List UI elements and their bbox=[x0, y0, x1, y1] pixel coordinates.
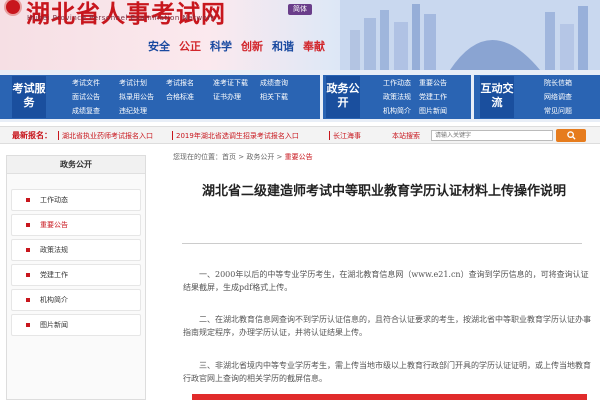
bullet-icon bbox=[26, 273, 30, 277]
sidebar-item-label: 图片新闻 bbox=[40, 321, 68, 329]
nav-link[interactable]: 重要公告 bbox=[419, 78, 455, 89]
breadcrumb-section-link[interactable]: 政务公开 bbox=[246, 153, 274, 161]
sidebar-heading: 政务公开 bbox=[7, 156, 145, 174]
nav-link[interactable]: 拟录用公告 bbox=[119, 92, 166, 103]
slogan-word: 创新 bbox=[241, 40, 263, 53]
ticker-separator bbox=[172, 131, 173, 140]
breadcrumb-current-link[interactable]: 重要公告 bbox=[285, 153, 313, 161]
nav-heading-exam-service: 考试服务 bbox=[12, 76, 46, 118]
nav-links-gov-affairs: 工作动态 重要公告 政策法规 党建工作 机构简介 图片新闻 bbox=[383, 78, 455, 117]
nav-heading-interaction: 互动交流 bbox=[480, 76, 514, 118]
breadcrumb-home-link[interactable]: 首页 bbox=[222, 153, 236, 161]
nav-link[interactable]: 合格标准 bbox=[166, 92, 213, 103]
sidebar-item-label: 机构简介 bbox=[40, 296, 68, 304]
nav-link[interactable]: 工作动态 bbox=[383, 78, 419, 89]
ticker-item[interactable]: 长江海事 bbox=[333, 131, 361, 141]
article-paragraph: 三、非湖北省境内中等专业学历考生，需上传当地市级以上教育行政部门开具的学历认证证… bbox=[183, 361, 591, 383]
nav-link[interactable]: 党建工作 bbox=[419, 92, 455, 103]
emblem-logo bbox=[4, 0, 22, 16]
nav-link[interactable]: 政策法规 bbox=[383, 92, 419, 103]
sidebar-item-photo-news[interactable]: 图片新闻 bbox=[11, 314, 141, 336]
nav-link[interactable]: 网络调查 bbox=[544, 92, 588, 103]
nav-link[interactable]: 成绩查询 bbox=[260, 78, 307, 89]
city-skyline-image bbox=[340, 0, 600, 70]
bullet-icon bbox=[26, 248, 30, 252]
article-paragraph: 二、在湖北教育信息网查询不到学历认证信息的，且符合认证要求的考生，按湖北省中等职… bbox=[183, 315, 591, 337]
highlight-bar bbox=[192, 394, 587, 400]
search-input[interactable] bbox=[431, 130, 553, 141]
search-button[interactable] bbox=[556, 129, 586, 142]
nav-link[interactable]: 证书办理 bbox=[213, 92, 260, 103]
breadcrumb-prefix: 您现在的位置： bbox=[173, 153, 222, 161]
nav-link[interactable]: 考试文件 bbox=[72, 78, 119, 89]
ticker-item[interactable]: 2019年湖北省选调生招录考试报名入口 bbox=[176, 131, 299, 141]
sidebar-item-label: 政策法规 bbox=[40, 246, 68, 254]
latest-registration-ticker: 最新报名： 湖北省执业药师考试报名入口 2019年湖北省选调生招录考试报名入口 … bbox=[0, 126, 600, 144]
breadcrumb-separator: > bbox=[274, 153, 285, 161]
nav-link[interactable]: 成绩复查 bbox=[72, 106, 119, 117]
nav-link[interactable]: 考试报名 bbox=[166, 78, 213, 89]
sidebar-item-work-news[interactable]: 工作动态 bbox=[11, 189, 141, 211]
sidebar: 政务公开 工作动态 重要公告 政策法规 党建工作 机构简介 图片新闻 bbox=[6, 155, 146, 400]
site-subtitle: Hubei Province Personnel Examination Net… bbox=[27, 14, 216, 22]
search-label: 本站搜索 bbox=[392, 132, 420, 140]
bullet-icon bbox=[26, 223, 30, 227]
nav-heading-gov-affairs: 政务公开 bbox=[326, 76, 360, 118]
main-nav: 考试服务 考试文件 考试计划 考试报名 准考证下载 成绩查询 面试公告 拟录用公… bbox=[0, 70, 600, 122]
sidebar-item-label: 党建工作 bbox=[40, 271, 68, 279]
ticker-item[interactable]: 湖北省执业药师考试报名入口 bbox=[62, 131, 153, 141]
breadcrumb-separator: > bbox=[236, 153, 247, 161]
slogan-word: 安全 bbox=[148, 40, 170, 53]
nav-links-interaction: 院长信箱 网络调查 常见问题 bbox=[544, 78, 588, 117]
nav-link[interactable]: 院长信箱 bbox=[544, 78, 588, 89]
slogan-word: 科学 bbox=[210, 40, 232, 53]
sidebar-item-label: 工作动态 bbox=[40, 196, 68, 204]
site-banner: 湖北省人事考试网 Hubei Province Personnel Examin… bbox=[0, 0, 600, 70]
sidebar-item-announcements[interactable]: 重要公告 bbox=[11, 214, 141, 236]
bullet-icon bbox=[26, 298, 30, 302]
ticker-separator bbox=[329, 131, 330, 140]
slogan-word: 和谐 bbox=[272, 40, 294, 53]
sidebar-item-label: 重要公告 bbox=[40, 221, 68, 229]
nav-link[interactable]: 准考证下载 bbox=[213, 78, 260, 89]
nav-link[interactable]: 机构简介 bbox=[383, 106, 419, 117]
nav-link[interactable]: 考试计划 bbox=[119, 78, 166, 89]
language-toggle-button[interactable]: 简体 bbox=[288, 4, 312, 15]
bullet-icon bbox=[26, 198, 30, 202]
search-icon bbox=[566, 131, 576, 140]
slogan: 安全 公正 科学 创新 和谐 奉献 bbox=[148, 38, 334, 54]
breadcrumb: 您现在的位置：首页 > 政务公开 > 重要公告 bbox=[173, 152, 313, 162]
sidebar-item-about[interactable]: 机构简介 bbox=[11, 289, 141, 311]
nav-link[interactable]: 面试公告 bbox=[72, 92, 119, 103]
nav-link[interactable]: 常见问题 bbox=[544, 106, 588, 117]
ticker-separator bbox=[58, 131, 59, 140]
article-title: 湖北省二级建造师考试中等职业教育学历认证材料上传操作说明 bbox=[201, 184, 566, 199]
sidebar-item-party-building[interactable]: 党建工作 bbox=[11, 264, 141, 286]
nav-link[interactable]: 图片新闻 bbox=[419, 106, 455, 117]
nav-links-exam-service: 考试文件 考试计划 考试报名 准考证下载 成绩查询 面试公告 拟录用公告 合格标… bbox=[72, 78, 307, 117]
bullet-icon bbox=[26, 323, 30, 327]
nav-link[interactable]: 违纪处理 bbox=[119, 106, 166, 117]
sidebar-item-regulations[interactable]: 政策法规 bbox=[11, 239, 141, 261]
slogan-word: 公正 bbox=[179, 40, 201, 53]
slogan-word: 奉献 bbox=[303, 40, 325, 53]
article-paragraph: 一、2000年以后的中等专业学历考生，在湖北教育信息网（www.e21.cn）查… bbox=[183, 270, 589, 292]
ticker-label: 最新报名： bbox=[12, 131, 52, 140]
nav-link[interactable]: 相关下载 bbox=[260, 92, 307, 103]
title-divider bbox=[182, 243, 582, 244]
